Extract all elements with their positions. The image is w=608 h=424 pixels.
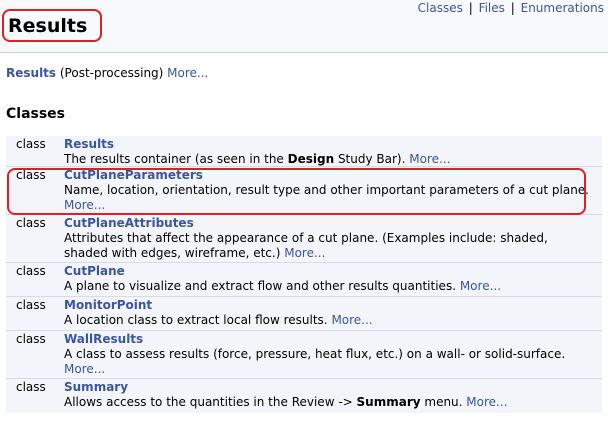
class-keyword: class — [16, 168, 46, 182]
nav-files-link[interactable]: Files — [479, 1, 505, 15]
class-link-cutplaneparameters[interactable]: CutPlaneParameters — [64, 168, 594, 183]
table-row: class WallResults A class to assess resu… — [6, 331, 602, 379]
design-term: Design — [287, 152, 335, 166]
top-nav: Classes | Files | Enumerations — [418, 1, 604, 15]
class-keyword: class — [16, 332, 46, 346]
class-description: Allows access to the quantities in the R… — [64, 395, 508, 409]
more-link[interactable]: More... — [64, 362, 105, 376]
more-link[interactable]: More... — [460, 279, 501, 293]
class-keyword: class — [16, 137, 46, 151]
class-keyword: class — [16, 380, 46, 394]
class-description: The results container (as seen in the De… — [64, 152, 451, 166]
class-link-summary[interactable]: Summary — [64, 380, 594, 395]
table-row: class Results The results container (as … — [6, 136, 602, 167]
class-description: A location class to extract local flow r… — [64, 313, 373, 327]
table-row: class CutPlaneParameters Name, location,… — [6, 167, 602, 215]
more-link[interactable]: More... — [409, 152, 450, 166]
class-link-results[interactable]: Results — [64, 137, 594, 152]
class-description: A plane to visualize and extract flow an… — [64, 279, 502, 293]
summary-term: Summary — [356, 395, 421, 409]
classes-heading: Classes — [6, 106, 66, 122]
more-link[interactable]: More... — [64, 198, 105, 212]
class-keyword: class — [16, 298, 46, 312]
table-row: class CutPlaneAttributes Attributes that… — [6, 215, 602, 263]
nav-separator: | — [468, 1, 473, 15]
table-row: class Summary Allows access to the quant… — [6, 379, 602, 413]
class-table: class Results The results container (as … — [6, 136, 602, 413]
class-link-monitorpoint[interactable]: MonitorPoint — [64, 298, 594, 313]
class-link-cutplaneattributes[interactable]: CutPlaneAttributes — [64, 216, 594, 231]
class-description: Name, location, orientation, result type… — [64, 183, 589, 212]
namespace-description: Results (Post-processing) More... — [6, 66, 208, 80]
class-keyword: class — [16, 216, 46, 230]
namespace-text: (Post-processing) — [56, 66, 168, 80]
nav-enumerations-link[interactable]: Enumerations — [521, 1, 604, 15]
nav-classes-link[interactable]: Classes — [418, 1, 463, 15]
namespace-link[interactable]: Results — [6, 66, 56, 80]
class-keyword: class — [16, 264, 46, 278]
more-link[interactable]: More... — [331, 313, 372, 327]
more-link[interactable]: More... — [466, 395, 507, 409]
page-title: Results — [8, 15, 88, 37]
namespace-more-link[interactable]: More... — [167, 66, 208, 80]
class-description: A class to assess results (force, pressu… — [64, 347, 566, 376]
table-row: class MonitorPoint A location class to e… — [6, 297, 602, 331]
class-link-wallresults[interactable]: WallResults — [64, 332, 594, 347]
class-link-cutplane[interactable]: CutPlane — [64, 264, 594, 279]
more-link[interactable]: More... — [284, 246, 325, 260]
table-row: class CutPlane A plane to visualize and … — [6, 263, 602, 297]
header: Classes | Files | Enumerations Results — [0, 0, 608, 53]
nav-separator: | — [510, 1, 515, 15]
class-description: Attributes that affect the appearance of… — [64, 231, 548, 260]
